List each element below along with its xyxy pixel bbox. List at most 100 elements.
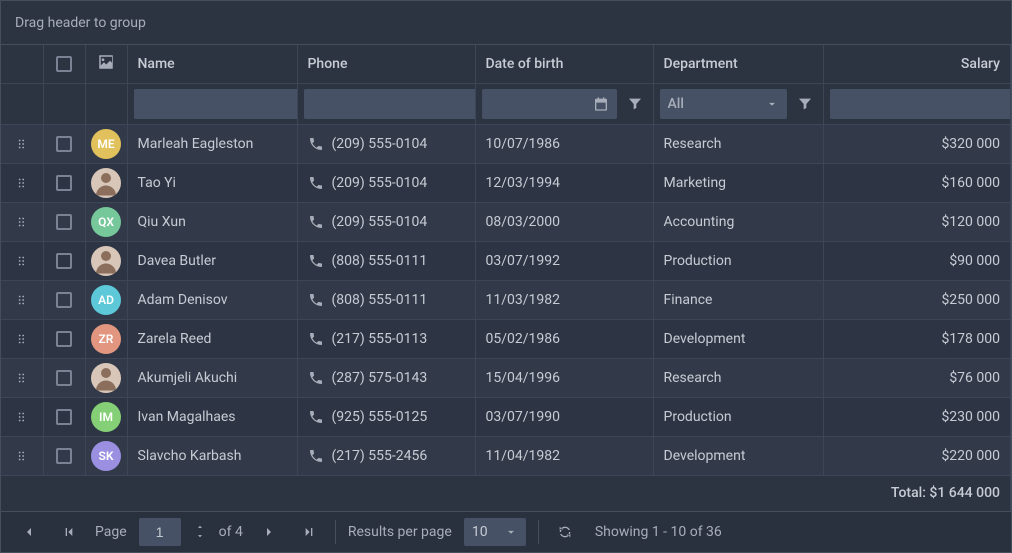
results-per-page-value: 10 xyxy=(472,524,488,540)
table-row[interactable]: Tao Yi(209) 555-010412/03/1994Marketing$… xyxy=(1,163,1011,202)
avatar xyxy=(91,246,121,276)
last-page-button[interactable] xyxy=(295,518,323,546)
refresh-button[interactable] xyxy=(551,518,579,546)
table-row[interactable]: IMIvan Magalhaes(925) 555-012503/07/1990… xyxy=(1,397,1011,436)
filter-dob-input[interactable] xyxy=(482,89,617,119)
drag-handle[interactable] xyxy=(1,176,43,190)
table-row[interactable]: MEMarleah Eagleston(209) 555-010410/07/1… xyxy=(1,124,1011,163)
page-label: Page xyxy=(95,524,127,540)
cell-phone: (287) 575-0143 xyxy=(308,370,465,386)
drag-handle[interactable] xyxy=(1,137,43,151)
cell-salary: $320 000 xyxy=(823,124,1011,163)
row-checkbox[interactable] xyxy=(56,253,72,269)
cell-department: Research xyxy=(653,358,823,397)
cell-dob: 12/03/1994 xyxy=(475,163,653,202)
cell-dob: 11/03/1982 xyxy=(475,280,653,319)
page-spinner xyxy=(193,518,207,546)
cell-name: Akumjeli Akuchi xyxy=(127,358,297,397)
cell-salary: $250 000 xyxy=(823,280,1011,319)
phone-icon xyxy=(308,214,324,230)
filter-dept-button[interactable] xyxy=(793,89,817,119)
cell-department: Production xyxy=(653,397,823,436)
filter-salary-input[interactable] xyxy=(830,89,1011,119)
header-salary[interactable]: Salary xyxy=(823,45,1011,83)
cell-salary: $230 000 xyxy=(823,397,1011,436)
drag-handle[interactable] xyxy=(1,371,43,385)
chevron-down-icon xyxy=(504,525,518,539)
phone-icon xyxy=(308,331,324,347)
grid-footer: Page of 4 Results per page 10 Showing 1 … xyxy=(1,512,1011,553)
cell-dob: 15/04/1996 xyxy=(475,358,653,397)
drag-handle[interactable] xyxy=(1,449,43,463)
header-phone[interactable]: Phone xyxy=(297,45,475,83)
filter-dept-value: All xyxy=(668,96,684,112)
phone-icon xyxy=(308,136,324,152)
table-row[interactable]: ZRZarela Reed(217) 555-011305/02/1986Dev… xyxy=(1,319,1011,358)
next-page-button[interactable] xyxy=(255,518,283,546)
row-checkbox[interactable] xyxy=(56,448,72,464)
cell-salary: $178 000 xyxy=(823,319,1011,358)
table-row[interactable]: Akumjeli Akuchi (287) 575-0143 15/04/1996R… xyxy=(1,358,1011,397)
table-row[interactable]: SKSlavcho Karbash(217) 555-245611/04/198… xyxy=(1,436,1011,475)
group-by-bar[interactable]: Drag header to group xyxy=(1,1,1011,45)
cell-department: Marketing xyxy=(653,163,823,202)
header-department[interactable]: Department xyxy=(653,45,823,83)
cell-salary: $160 000 xyxy=(823,163,1011,202)
cell-phone: (209) 555-0104 xyxy=(308,214,465,230)
header-drag xyxy=(1,45,43,83)
drag-handle[interactable] xyxy=(1,410,43,424)
data-grid: Drag header to group Name Phone Date of … xyxy=(0,0,1012,553)
table-row[interactable]: Davea Butler(808) 555-011103/07/1992Prod… xyxy=(1,241,1011,280)
cell-name: Davea Butler xyxy=(127,241,297,280)
header-name[interactable]: Name xyxy=(127,45,297,83)
header-checkbox[interactable] xyxy=(43,45,85,83)
chevron-down-icon xyxy=(765,97,779,111)
phone-icon xyxy=(308,253,324,269)
results-per-page-label: Results per page xyxy=(348,524,452,540)
showing-label: Showing 1 - 10 of 36 xyxy=(595,524,722,540)
cell-department: Development xyxy=(653,319,823,358)
results-per-page-select[interactable]: 10 xyxy=(464,518,526,546)
calendar-icon xyxy=(593,96,609,112)
cell-department: Production xyxy=(653,241,823,280)
cell-dob: 03/07/1990 xyxy=(475,397,653,436)
row-checkbox[interactable] xyxy=(56,214,72,230)
prev-page-button[interactable] xyxy=(15,518,43,546)
row-checkbox[interactable] xyxy=(56,292,72,308)
page-number-input[interactable] xyxy=(139,518,181,546)
cell-name: Marleah Eagleston xyxy=(127,124,297,163)
cell-phone: (808) 555-0111 xyxy=(308,253,465,269)
filter-phone-input[interactable] xyxy=(304,89,476,119)
cell-dob: 10/07/1986 xyxy=(475,124,653,163)
drag-handle[interactable] xyxy=(1,254,43,268)
table-row[interactable]: QXQiu Xun(209) 555-010408/03/2000Account… xyxy=(1,202,1011,241)
cell-salary: $76 000 xyxy=(823,358,1011,397)
row-checkbox[interactable] xyxy=(56,175,72,191)
page-spinner-down[interactable] xyxy=(193,532,207,541)
phone-icon xyxy=(308,370,324,386)
row-checkbox[interactable] xyxy=(56,136,72,152)
drag-handle[interactable] xyxy=(1,293,43,307)
phone-icon xyxy=(308,409,324,425)
cell-dob: 11/04/1982 xyxy=(475,436,653,475)
page-total-label: of 4 xyxy=(219,524,243,540)
column-header-row: Name Phone Date of birth Department Sala… xyxy=(1,45,1011,83)
cell-name: Ivan Magalhaes xyxy=(127,397,297,436)
table-row[interactable]: ADAdam Denisov(808) 555-011111/03/1982Fi… xyxy=(1,280,1011,319)
row-checkbox[interactable] xyxy=(56,409,72,425)
cell-phone: (925) 555-0125 xyxy=(308,409,465,425)
row-checkbox[interactable] xyxy=(56,331,72,347)
phone-icon xyxy=(308,292,324,308)
filter-dept-select[interactable]: All xyxy=(660,89,787,119)
avatar: QX xyxy=(91,207,121,237)
row-checkbox[interactable] xyxy=(56,370,72,386)
drag-handle[interactable] xyxy=(1,332,43,346)
filter-dob-button[interactable] xyxy=(623,89,647,119)
filter-name-input[interactable] xyxy=(134,89,298,119)
header-dob[interactable]: Date of birth xyxy=(475,45,653,83)
cell-department: Research xyxy=(653,124,823,163)
cell-name: Slavcho Karbash xyxy=(127,436,297,475)
first-page-button[interactable] xyxy=(55,518,83,546)
drag-handle[interactable] xyxy=(1,215,43,229)
avatar: SK xyxy=(91,441,121,471)
